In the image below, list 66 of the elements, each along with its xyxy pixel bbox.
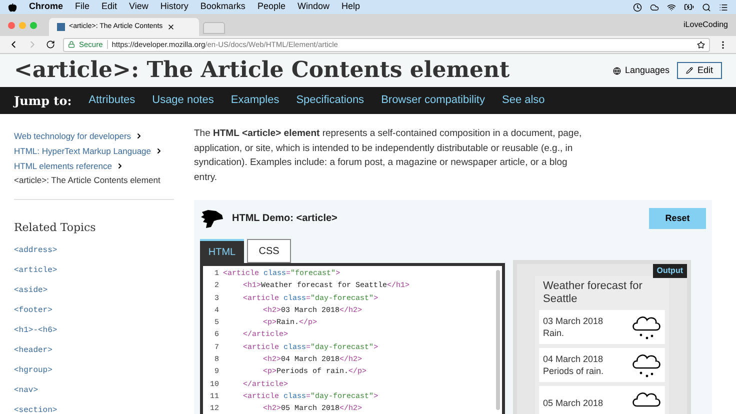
wifi-icon[interactable] xyxy=(667,2,676,12)
apple-icon[interactable] xyxy=(8,2,17,12)
forecast-date: 05 March 2018 xyxy=(543,397,604,409)
pencil-icon xyxy=(686,67,694,74)
globe-icon xyxy=(612,66,621,74)
dinosaur-head-icon xyxy=(200,208,224,228)
profile-name[interactable]: iLoveCoding xyxy=(684,19,728,31)
editor-tab[interactable]: HTML xyxy=(200,239,244,263)
topic-link[interactable]: <nav> xyxy=(14,384,38,396)
menu-item[interactable]: File xyxy=(75,0,90,14)
topic-link[interactable]: <h1>-<h6> xyxy=(14,324,58,336)
menu-item[interactable]: View xyxy=(129,0,148,14)
chevron-icon xyxy=(155,147,164,156)
related-topics-heading: Related Topics xyxy=(14,220,97,236)
forecast-date: 03 March 2018 xyxy=(543,315,604,327)
menu-item[interactable]: Bookmarks xyxy=(200,0,246,14)
forecast-text: Periods of rain. xyxy=(543,365,605,377)
cloud-icon[interactable] xyxy=(650,2,659,12)
menu-item[interactable]: Window xyxy=(297,0,330,14)
jump-link[interactable]: Browser compatibility xyxy=(381,92,485,109)
code-editor[interactable] xyxy=(200,263,505,414)
forecast-text: Rain. xyxy=(543,327,566,339)
jump-link[interactable]: Examples xyxy=(230,92,280,109)
chevron-icon xyxy=(116,162,124,170)
lock-icon xyxy=(68,41,75,48)
menu-item[interactable]: Edit xyxy=(102,0,118,14)
topic-link[interactable]: <aside> xyxy=(14,284,48,296)
topic-link[interactable]: <address> xyxy=(14,244,58,256)
menu-item[interactable]: Help xyxy=(341,0,360,14)
jump-link[interactable]: See also xyxy=(502,92,545,109)
list-icon[interactable] xyxy=(719,2,728,12)
output-label: Output xyxy=(652,264,687,278)
topic-link[interactable]: <hgroup> xyxy=(14,364,52,376)
forecast-heading: Weather forecast for Seattle xyxy=(542,280,644,306)
reset-button[interactable]: Reset xyxy=(649,208,706,229)
editor-tab[interactable]: CSS xyxy=(247,239,291,263)
site-favicon xyxy=(57,23,65,31)
close-icon[interactable] xyxy=(166,23,175,31)
clock-icon[interactable] xyxy=(633,2,642,12)
jump-link[interactable]: Specifications xyxy=(296,92,364,109)
reload-icon[interactable] xyxy=(46,40,55,49)
intro-paragraph: The HTML <article> element represents a self-contained composition in a document, page, application, or site, which is intended to be independently distributable or reusable (e.g., in syndication). Examples include: a forum post, a magazine or newspaper article, or a blog entry. xyxy=(194,127,583,184)
breadcrumb-link[interactable]: HTML: HyperText Markup Language xyxy=(14,144,152,158)
demo-title: HTML Demo: <article> xyxy=(232,212,338,226)
forecast-date: 04 March 2018 xyxy=(543,353,604,365)
bookmark-star-icon[interactable] xyxy=(697,40,705,48)
jump-label: Jump to: xyxy=(14,92,72,110)
battery-icon[interactable] xyxy=(684,2,694,12)
topic-link[interactable]: <footer> xyxy=(14,304,52,316)
topic-link[interactable]: <header> xyxy=(14,344,52,356)
languages-link[interactable]: Languages xyxy=(612,64,670,78)
menu-item[interactable]: Chrome xyxy=(29,0,64,14)
chevron-icon xyxy=(135,132,144,140)
search-icon[interactable] xyxy=(702,2,711,12)
breadcrumb-link[interactable]: HTML elements reference xyxy=(14,160,112,172)
edit-button[interactable]: Edit xyxy=(677,62,722,80)
page-title: <article>: The Article Contents element xyxy=(14,56,510,85)
topic-link[interactable]: <article> xyxy=(14,264,58,276)
breadcrumb-link[interactable]: Web technology for developers xyxy=(14,130,132,143)
menu-item[interactable]: History xyxy=(160,0,188,14)
menu-item[interactable]: People xyxy=(257,0,286,14)
jump-link[interactable]: Usage notes xyxy=(152,92,214,109)
breadcrumb-current: <article>: The Article Contents element xyxy=(14,174,160,187)
scrollbar-thumb[interactable] xyxy=(496,270,500,410)
jump-link[interactable]: Attributes xyxy=(88,92,136,109)
topic-link[interactable]: <section> xyxy=(14,404,58,414)
